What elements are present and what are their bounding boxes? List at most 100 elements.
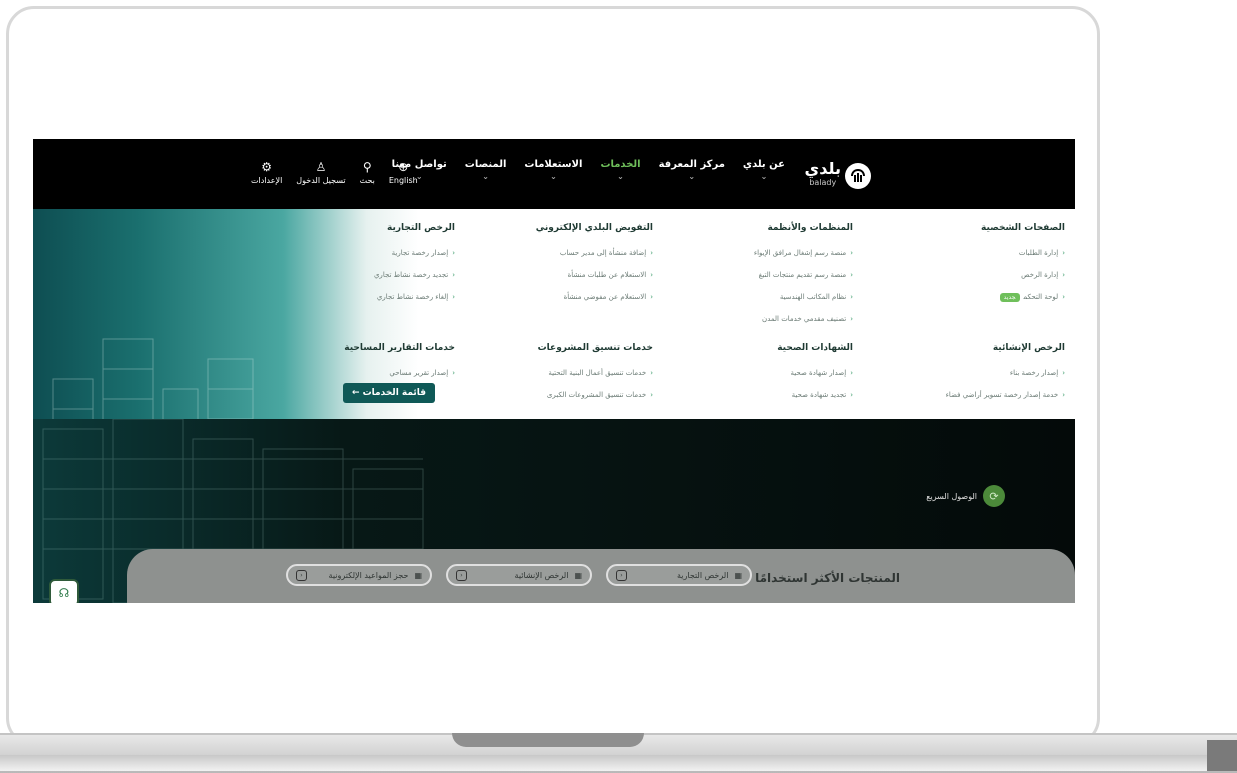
document-icon: ▦: [734, 570, 742, 580]
product-pill-construction[interactable]: ▦ الرخص الإنشائية ‹: [446, 564, 592, 586]
menu-link-label: إدارة الرخص: [1021, 271, 1059, 279]
menu-link[interactable]: ‹إضافة منشأة إلى مدير حساب: [473, 249, 653, 257]
services-list-button[interactable]: قائمة الخدمات ←: [343, 383, 435, 403]
chevron-icon: ‹: [452, 369, 455, 377]
menu-link[interactable]: ‹خدمات تنسيق أعمال البنية التحتية: [473, 369, 653, 377]
section-title: الرخص الإنشائية: [992, 343, 1065, 353]
section-title: خدمات تنسيق المشروعات: [537, 343, 653, 353]
menu-link[interactable]: ‹خدمة إصدار رخصة تسوير أراضي فضاء: [885, 391, 1065, 399]
menu-link[interactable]: ‹إدارة الرخص: [885, 271, 1065, 279]
logo-text: بلدي balady: [805, 161, 841, 190]
menu-link-label: إصدار شهادة صحية: [790, 369, 847, 377]
nav-services-label: الخدمات: [600, 159, 641, 170]
quick-access[interactable]: ⟳ الوصول السريع: [926, 485, 1005, 507]
section-e-delegation: التفويض البلدي الإلكتروني ‹إضافة منشأة إ…: [473, 223, 653, 315]
product-pill-commercial[interactable]: ▦ الرخص التجارية ‹: [606, 564, 752, 586]
settings-button[interactable]: ⚙ الإعدادات: [251, 160, 282, 185]
menu-link-label: منصة رسم تقديم منتجات التبغ: [758, 271, 847, 279]
chevron-icon: ‹: [1062, 369, 1065, 377]
settings-label: الإعدادات: [251, 176, 283, 185]
menu-link-label: خدمات تنسيق المشروعات الكبرى: [546, 391, 647, 399]
menu-link[interactable]: ‹إصدار تقرير مساحي: [275, 369, 455, 377]
product-pill-label: الرخص التجارية: [677, 570, 729, 580]
support-chat-icon: ☊: [58, 586, 70, 600]
chevron-icon: ‹: [650, 369, 653, 377]
chevron-icon: ‹: [850, 369, 853, 377]
nav-inquiries[interactable]: الاستعلامات ⌄: [524, 159, 582, 181]
chevron-icon: ‹: [452, 293, 455, 301]
chevron-icon: ‹: [850, 271, 853, 279]
chevron-down-icon: ⌄: [550, 172, 557, 181]
nav-knowledge-label: مركز المعرفة: [658, 159, 725, 170]
products-title: المنتجات الأكثر استخدامًا: [755, 571, 900, 585]
nav-inquiries-label: الاستعلامات: [524, 159, 583, 170]
language-toggle[interactable]: ⊕ English: [389, 160, 418, 185]
menu-link-label: إصدار رخصة تجارية: [391, 249, 449, 257]
menu-link[interactable]: ‹الاستعلام عن مفوضي منشأة: [473, 293, 653, 301]
support-chat-button[interactable]: ☊: [49, 579, 79, 603]
menu-link[interactable]: ‹إصدار رخصة تجارية: [275, 249, 455, 257]
quick-access-label: الوصول السريع: [926, 491, 977, 501]
logo-latin: balady: [809, 178, 837, 187]
menu-link[interactable]: ‹إصدار رخصة بناء: [885, 369, 1065, 377]
chevron-icon: ‹: [1062, 271, 1065, 279]
logo-emblem-icon: [845, 163, 871, 189]
section-construction-licenses: الرخص الإنشائية ‹إصدار رخصة بناء ‹خدمة إ…: [885, 343, 1065, 413]
main-nav: عن بلدي ⌄ مركز المعرفة ⌄ الخدمات ⌄ الاستعلا…: [392, 159, 785, 181]
menu-link[interactable]: ‹إلغاء رخصة نشاط تجاري: [275, 293, 455, 301]
menu-link[interactable]: ‹منصة رسم تقديم منتجات التبغ: [673, 271, 853, 279]
menu-link[interactable]: ‹لوحة التحكمجديد: [885, 293, 1065, 302]
quick-access-icon: ⟳: [983, 485, 1005, 507]
nav-knowledge-center[interactable]: مركز المعرفة ⌄: [659, 159, 725, 181]
chevron-icon: ‹: [452, 249, 455, 257]
menu-link[interactable]: ‹تجديد رخصة نشاط تجاري: [275, 271, 455, 279]
menu-link-label: إصدار تقرير مساحي: [389, 369, 449, 377]
nav-services[interactable]: الخدمات ⌄: [600, 159, 640, 181]
nav-platforms[interactable]: المنصات ⌄: [465, 159, 507, 181]
menu-link[interactable]: ‹تصنيف مقدمي خدمات المدن: [673, 315, 853, 323]
section-personal-pages: الصفحات الشخصية ‹إدارة الطلبات ‹إدارة ال…: [885, 223, 1065, 315]
top-navbar: بلدي balady عن بلدي ⌄ مركز المعرفة ⌄ الخدم…: [33, 139, 1075, 209]
new-badge: جديد: [999, 293, 1020, 302]
chevron-down-icon: ⌄: [617, 172, 624, 181]
section-commercial-licenses: الرخص التجارية ‹إصدار رخصة تجارية ‹تجديد…: [275, 223, 455, 315]
menu-link-label: إدارة الطلبات: [1018, 249, 1059, 257]
product-pill-appointments[interactable]: ▦ حجز المواعيد الإلكترونية ‹: [286, 564, 432, 586]
nav-platforms-label: المنصات: [464, 159, 507, 170]
language-label: English: [388, 176, 418, 185]
menu-link[interactable]: ‹إصدار شهادة صحية: [673, 369, 854, 377]
chevron-icon: ‹: [1062, 293, 1065, 301]
menu-link[interactable]: ‹نظام المكاتب الهندسية: [673, 293, 853, 301]
menu-link-label: الاستعلام عن طلبات منشأة: [567, 271, 647, 279]
balady-logo[interactable]: بلدي balady: [805, 161, 871, 190]
chevron-icon: ‹: [850, 391, 853, 399]
menu-link-label: تجديد شهادة صحية: [791, 391, 847, 399]
menu-link-label: منصة رسم إشغال مرافق الإيواء: [753, 249, 847, 257]
menu-link-label: لوحة التحكم: [1023, 293, 1059, 301]
menu-link[interactable]: ‹خدمات تنسيق المشروعات الكبرى: [473, 391, 653, 399]
chevron-icon: ‹: [850, 293, 853, 301]
nav-about[interactable]: عن بلدي ⌄: [743, 159, 785, 181]
menu-link[interactable]: ‹الاستعلام عن طلبات منشأة: [473, 271, 653, 279]
chevron-down-icon: ⌄: [760, 172, 768, 181]
browser-screen: بلدي balady عن بلدي ⌄ مركز المعرفة ⌄ الخدم…: [33, 139, 1075, 603]
chevron-icon: ‹: [650, 293, 653, 301]
chevron-icon: ‹: [650, 271, 653, 279]
login-button[interactable]: ♙ تسجيل الدخول: [296, 160, 345, 185]
arrow-left-icon: ‹: [296, 569, 307, 581]
chevron-icon: ‹: [850, 315, 853, 323]
menu-link-label: خدمة إصدار رخصة تسوير أراضي فضاء: [945, 391, 1059, 399]
menu-link-label: تصنيف مقدمي خدمات المدن: [762, 315, 847, 323]
section-title: التفويض البلدي الإلكتروني: [535, 223, 653, 233]
menu-link[interactable]: ‹منصة رسم إشغال مرافق الإيواء: [673, 249, 853, 257]
menu-link[interactable]: ‹تجديد شهادة صحية: [673, 391, 853, 399]
section-title: خدمات التقارير المساحية: [344, 343, 455, 353]
menu-link-label: نظام المكاتب الهندسية: [779, 293, 847, 301]
laptop-notch: [452, 733, 644, 747]
search-button[interactable]: ⚲ بحث: [360, 160, 375, 185]
section-title: الرخص التجارية: [387, 223, 455, 233]
menu-link[interactable]: ‹إدارة الطلبات: [885, 249, 1065, 257]
section-project-coordination: خدمات تنسيق المشروعات ‹خدمات تنسيق أعمال…: [473, 343, 653, 413]
chevron-down-icon: ⌄: [482, 172, 489, 181]
menu-link-label: إضافة منشأة إلى مدير حساب: [559, 249, 647, 257]
